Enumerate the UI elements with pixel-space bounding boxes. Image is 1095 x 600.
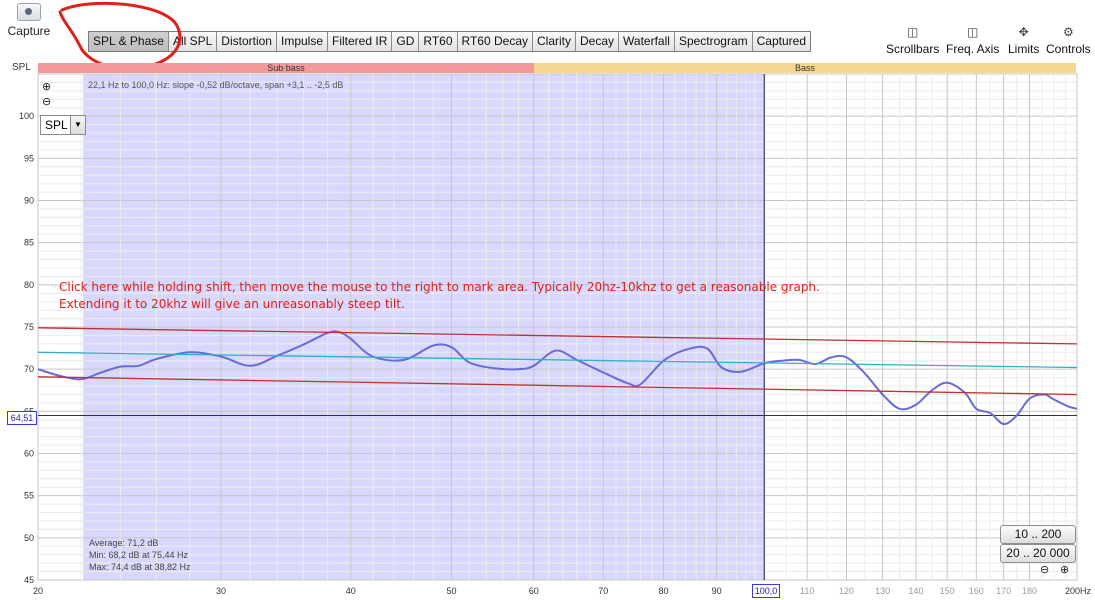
y-tick-label: 45 [24, 575, 34, 585]
x-tick-label: 150 [940, 586, 955, 596]
graph-type-value: SPL [45, 118, 68, 132]
x-tick-label: 200Hz [1065, 586, 1092, 596]
zoom-in-icon[interactable]: ⊕ [42, 80, 51, 93]
zoom-out-icon[interactable]: ⊖ [42, 95, 51, 108]
y-tick-label: 90 [24, 196, 34, 206]
grid [37, 73, 1078, 581]
x-tick-label: 70 [598, 586, 608, 596]
y-tick-label: 50 [24, 533, 34, 543]
cursor-y-readout: 64,51 [7, 411, 37, 425]
stats-min: Min: 68,2 dB at 75,44 Hz [89, 550, 189, 560]
stats-average: Average: 71,2 dB [89, 538, 159, 548]
x-tick-label: 140 [909, 586, 924, 596]
x-zoom-in-icon[interactable]: ⊕ [1060, 563, 1069, 576]
x-tick-label: 30 [216, 586, 226, 596]
x-tick-label: 180 [1022, 586, 1037, 596]
x-tick-label: 50 [446, 586, 456, 596]
x-tick-label: 90 [712, 586, 722, 596]
y-tick-label: 75 [24, 322, 34, 332]
x-tick-label: 170 [996, 586, 1011, 596]
y-tick-label: 60 [24, 449, 34, 459]
instruction-note-line2: Extending it to 20khz will give an unrea… [59, 297, 405, 311]
x-tick-label: 80 [659, 586, 669, 596]
x-tick-label: 20 [33, 586, 43, 596]
fit-info: 22,1 Hz to 100,0 Hz: slope -0,52 dB/octa… [88, 80, 344, 90]
x-tick-label: 60 [529, 586, 539, 596]
y-tick-label: 85 [24, 238, 34, 248]
x-tick-label: 110 [800, 586, 814, 596]
range-button-20-20000[interactable]: 20 .. 20 000 [1000, 544, 1076, 563]
x-tick-label: 130 [875, 586, 890, 596]
instruction-note-line1: Click here while holding shift, then mov… [59, 280, 820, 294]
stats-max: Max: 74,4 dB at 38,82 Hz [89, 562, 191, 572]
y-tick-label: 100 [19, 111, 34, 121]
chevron-down-icon[interactable]: ▼ [70, 116, 85, 134]
range-button-10-200[interactable]: 10 .. 200 [1000, 525, 1076, 544]
cursor-x-readout: 100,0 [752, 584, 780, 598]
y-tick-label: 70 [24, 364, 34, 374]
x-tick-label: 160 [969, 586, 984, 596]
y-tick-label: 95 [24, 153, 34, 163]
x-zoom-out-icon[interactable]: ⊖ [1040, 563, 1049, 576]
graph-type-select[interactable]: SPL ▼ [40, 115, 86, 135]
x-tick-label: 120 [839, 586, 854, 596]
y-tick-label: 80 [24, 280, 34, 290]
x-tick-label: 40 [346, 586, 356, 596]
x-tick-labels: 20 30 40 50 60 70 80 90 110 120 130 140 150 160 170 180… [33, 586, 1092, 596]
y-tick-label: 55 [24, 491, 34, 501]
y-tick-labels: 4550556065707580859095100 [19, 111, 34, 585]
